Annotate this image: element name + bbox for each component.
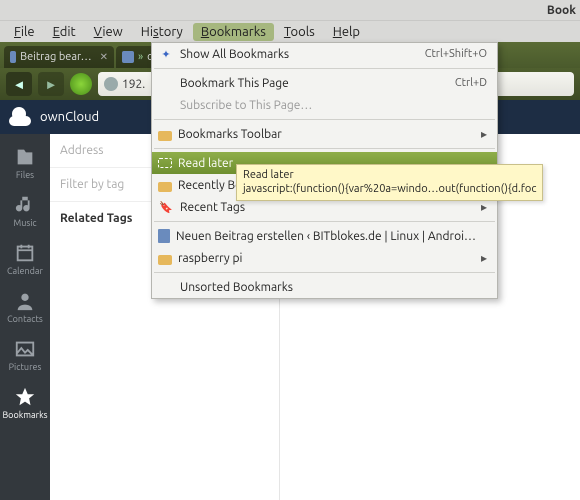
menuitem-label: raspberry pi — [178, 252, 475, 265]
menuitem-subscribe: Subscribe to This Page… — [152, 94, 497, 116]
close-tab-icon[interactable]: ✕ — [100, 51, 108, 63]
menuitem-shortcut: Ctrl+Shift+O — [425, 48, 487, 60]
site-identity-icon — [104, 77, 118, 91]
submenu-arrow-icon: ▸ — [481, 127, 487, 141]
menuitem-bookmarks-toolbar[interactable]: Bookmarks Toolbar ▸ — [152, 123, 497, 145]
menu-edit[interactable]: Edit — [45, 23, 84, 41]
owncloud-sidebar: Files Music Calendar Contacts Pictures B… — [0, 134, 50, 500]
folder-icon — [158, 131, 172, 141]
menuitem-folder-raspberrypi[interactable]: raspberry pi ▸ — [152, 247, 497, 269]
menu-view[interactable]: View — [86, 23, 131, 41]
window-titlebar: Book — [0, 0, 580, 20]
tab-label: Beitrag bear… — [20, 51, 92, 63]
favicon-icon — [10, 51, 16, 63]
pictures-icon — [14, 338, 36, 360]
menuitem-label: Bookmarks Toolbar — [178, 128, 475, 141]
folder-icon — [158, 182, 172, 192]
contacts-icon — [14, 290, 36, 312]
sidebar-item-music[interactable]: Music — [0, 188, 50, 236]
tooltip-url: javascript:(function(){var%20a=windo…out… — [243, 182, 536, 196]
sidebar-label: Pictures — [9, 362, 42, 372]
home-button[interactable] — [70, 73, 92, 95]
favicon-icon — [122, 51, 134, 63]
browser-tab[interactable]: Beitrag bear… ✕ — [4, 46, 114, 68]
sidebar-item-contacts[interactable]: Contacts — [0, 284, 50, 332]
submenu-arrow-icon: ▸ — [481, 200, 487, 214]
sidebar-label: Calendar — [7, 266, 43, 276]
menu-history[interactable]: History — [133, 23, 191, 41]
window-title: Book — [547, 4, 576, 17]
menuitem-unsorted-bookmarks[interactable]: Unsorted Bookmarks — [152, 276, 497, 298]
url-text: 192. — [122, 78, 145, 91]
menuitem-label: Subscribe to This Page… — [180, 99, 487, 112]
calendar-icon — [14, 242, 36, 264]
browser-menubar: File Edit View History Bookmarks Tools H… — [0, 20, 580, 42]
files-icon — [14, 146, 36, 168]
menuitem-label: Unsorted Bookmarks — [180, 281, 487, 294]
sidebar-item-pictures[interactable]: Pictures — [0, 332, 50, 380]
menu-help[interactable]: Help — [325, 23, 368, 41]
sidebar-item-calendar[interactable]: Calendar — [0, 236, 50, 284]
sidebar-item-files[interactable]: Files — [0, 140, 50, 188]
menuitem-show-all-bookmarks[interactable]: ✦ Show All Bookmarks Ctrl+Shift+O — [152, 43, 497, 65]
folder-icon — [158, 255, 172, 265]
menuitem-shortcut: Ctrl+D — [455, 77, 487, 89]
owncloud-logo-icon — [8, 104, 34, 130]
sidebar-label: Contacts — [7, 314, 43, 324]
sidebar-label: Bookmarks — [2, 410, 47, 420]
menu-tools[interactable]: Tools — [276, 23, 323, 41]
menu-separator — [154, 221, 495, 222]
back-button[interactable]: ◄ — [6, 72, 32, 96]
music-icon — [14, 194, 36, 216]
blank-icon — [158, 97, 174, 113]
menu-separator — [154, 148, 495, 149]
menuitem-label: Recent Tags — [180, 201, 475, 214]
menu-separator — [154, 68, 495, 69]
menu-file[interactable]: File — [6, 23, 43, 41]
menuitem-bookmark-this-page[interactable]: Bookmark This Page Ctrl+D — [152, 72, 497, 94]
page-icon — [158, 229, 170, 243]
forward-button[interactable]: ► — [38, 72, 64, 96]
tag-icon: 🔖 — [158, 199, 174, 215]
menu-separator — [154, 272, 495, 273]
submenu-arrow-icon: ▸ — [481, 251, 487, 265]
read-later-icon — [158, 158, 172, 168]
menuitem-label: Neuen Beitrag erstellen ‹ BITblokes.de |… — [176, 230, 487, 243]
menuitem-bookmark-beitrag[interactable]: Neuen Beitrag erstellen ‹ BITblokes.de |… — [152, 225, 497, 247]
bookmarklet-tooltip: Read later javascript:(function(){var%20… — [236, 164, 543, 201]
bookmarks-star-icon: ✦ — [158, 46, 174, 62]
sidebar-label: Music — [13, 218, 36, 228]
bookmarks-star-icon — [14, 386, 36, 408]
sidebar-item-bookmarks[interactable]: Bookmarks — [0, 380, 50, 428]
blank-icon — [158, 279, 174, 295]
owncloud-brand: ownCloud — [40, 110, 99, 124]
tooltip-title: Read later — [243, 168, 536, 182]
menuitem-label: Bookmark This Page — [180, 77, 449, 90]
menu-bookmarks[interactable]: Bookmarks — [193, 23, 274, 41]
menu-separator — [154, 119, 495, 120]
menuitem-label: Show All Bookmarks — [180, 48, 419, 61]
sidebar-label: Files — [16, 170, 34, 180]
blank-icon — [158, 75, 174, 91]
